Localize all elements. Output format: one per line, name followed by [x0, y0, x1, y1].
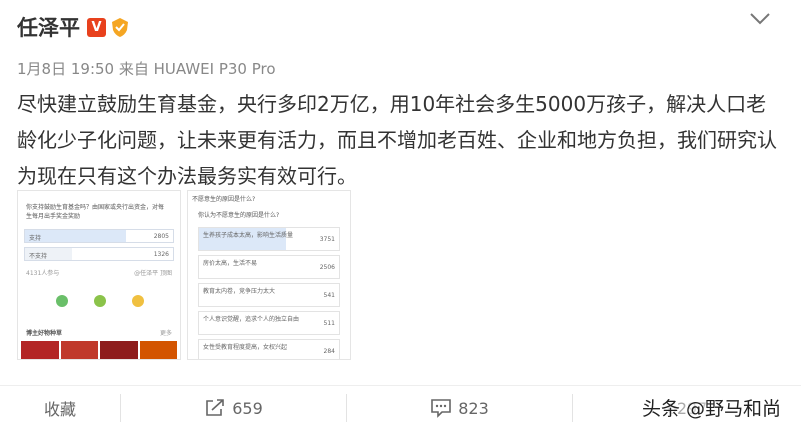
survey-question: 你认为不愿意生的原因是什么?	[198, 212, 280, 219]
poll-option-count: 2805	[153, 233, 169, 240]
comment-icon	[94, 295, 106, 307]
favorite-button[interactable]: 收藏	[0, 386, 120, 430]
survey-option-label: 女性受教育程度提高，女权兴起	[203, 344, 288, 351]
poll-option: 不支持 1326	[24, 247, 174, 261]
comment-icon	[431, 399, 452, 418]
product-thumb	[21, 341, 59, 359]
poll-participants: 4131人参与	[26, 270, 60, 277]
product-thumb	[60, 341, 98, 359]
verified-badge: V	[87, 17, 106, 37]
poll-option-label: 不支持	[29, 253, 48, 260]
post-text: 尽快建立鼓励生育基金，央行多印2万亿，用10年社会多生5000万孩子，解决人口老…	[17, 92, 777, 188]
author-name[interactable]: 任泽平	[17, 12, 80, 42]
poll-option-count: 1326	[153, 251, 169, 258]
comment-button[interactable]: 823	[347, 386, 572, 430]
survey-option: 房价太高，生活不易 2506	[198, 255, 340, 279]
repost-count: 659	[232, 398, 263, 418]
repost-button[interactable]: 659	[121, 386, 346, 430]
post-meta: 1月8日 19:50 来自 HUAWEI P30 Pro	[17, 60, 276, 78]
watermark: 头条 @野马和尚	[641, 398, 781, 420]
poll-question: 你支持鼓励生育基金吗？由国家或央行出资金，对每生每月出手奖金奖励	[26, 204, 165, 220]
survey-header: 不愿意生的原因是什么?	[192, 196, 256, 203]
chevron-down-icon[interactable]	[749, 12, 771, 26]
like-icon	[132, 295, 144, 307]
product-thumb	[100, 341, 138, 359]
survey-option-count: 3751	[319, 236, 335, 243]
post-header: 任泽平 V	[17, 12, 130, 42]
survey-option-count: 2506	[319, 264, 335, 271]
repost-icon	[206, 399, 225, 416]
product-thumb	[139, 341, 177, 359]
vip-shield-icon	[112, 17, 128, 37]
favorite-label: 收藏	[43, 400, 76, 419]
survey-option: 教育太内卷，竞争压力太大 541	[198, 283, 340, 307]
survey-option: 女性受教育程度提高，女权兴起 284	[198, 339, 340, 359]
survey-image[interactable]: 不愿意生的原因是什么? 你认为不愿意生的原因是什么? 生养孩子成本太高，影响生活…	[187, 190, 351, 360]
survey-option: 个人意识觉醒，追求个人的独立自由 511	[198, 311, 340, 335]
comment-count: 823	[458, 398, 489, 418]
survey-option-count: 511	[323, 320, 335, 327]
section-more: 更多	[159, 330, 172, 337]
poll-option: 支持 2805	[24, 229, 174, 243]
survey-option-label: 生养孩子成本太高，影响生活质量	[203, 232, 294, 239]
survey-option-count: 284	[323, 348, 335, 355]
survey-option-label: 个人意识觉醒，追求个人的独立自由	[203, 316, 300, 323]
product-strip	[18, 341, 180, 359]
poll-option-label: 支持	[29, 235, 42, 242]
survey-option-label: 教育太内卷，竞争压力太大	[203, 288, 276, 295]
survey-option: 生养孩子成本太高，影响生活质量 3751	[198, 227, 340, 251]
survey-option-label: 房价太高，生活不易	[203, 260, 258, 267]
poll-image[interactable]: 你支持鼓励生育基金吗？由国家或央行出资金，对每生每月出手奖金奖励 支持 2805…	[17, 190, 181, 360]
section-title: 博主好物种草	[26, 330, 63, 337]
poll-source: @任泽平 顶图	[134, 270, 172, 277]
share-icon	[56, 295, 68, 307]
survey-option-count: 541	[323, 292, 335, 299]
